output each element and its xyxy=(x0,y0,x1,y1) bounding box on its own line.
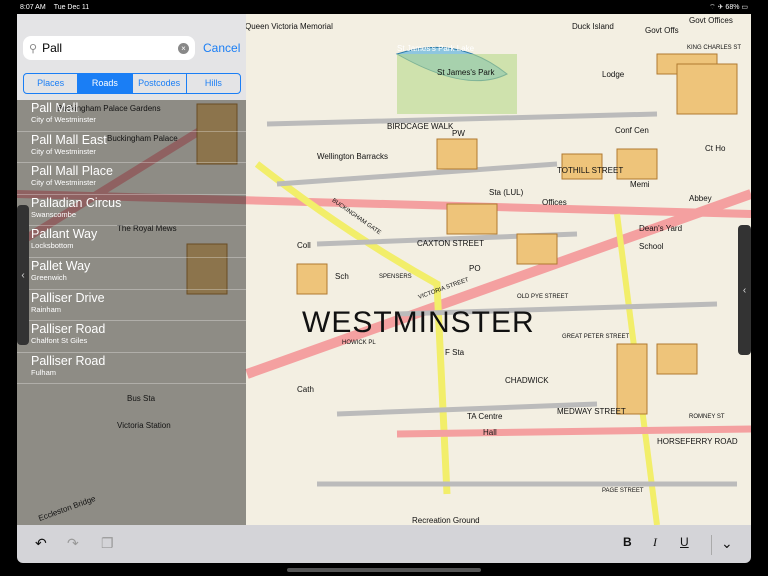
map-label: Hall xyxy=(483,428,497,437)
result-subtitle: City of Westminster xyxy=(31,146,96,156)
map-label: Recreation Ground xyxy=(412,516,480,525)
map-label: HORSEFERRY ROAD xyxy=(657,437,738,446)
result-item[interactable]: Palladian Circus Swanscombe xyxy=(17,195,246,227)
tab-roads[interactable]: Roads xyxy=(78,74,133,93)
status-date: Tue Dec 11 xyxy=(53,3,90,11)
result-title: Pallet Way xyxy=(31,258,91,273)
keyboard-toolbar: ↶ ↷ ❐ B I U ⌄ xyxy=(17,525,751,563)
search-panel: ⚲ Pall × Cancel Places Roads Postcodes H… xyxy=(17,14,246,525)
results-list: Pall Mall City of Westminster Pall Mall Ea… xyxy=(17,100,246,385)
result-subtitle: Locksbottom xyxy=(31,241,74,251)
result-item[interactable]: Pallant Way Locksbottom xyxy=(17,226,246,258)
tab-places[interactable]: Places xyxy=(24,74,79,93)
chevron-down-icon[interactable]: ⌄ xyxy=(721,535,733,552)
map-label: Offices xyxy=(542,198,567,207)
map-label: Ct Ho xyxy=(705,144,726,153)
map-label: HOWICK PL xyxy=(342,340,376,346)
tab-postcodes[interactable]: Postcodes xyxy=(133,74,187,93)
map-label: TA Centre xyxy=(467,412,503,421)
result-item[interactable]: Palliser Drive Rainham xyxy=(17,290,246,322)
search-input[interactable]: ⚲ Pall × xyxy=(23,36,195,60)
map-label: KING CHARLES ST xyxy=(687,45,742,51)
result-title: Pall Mall East xyxy=(31,132,107,147)
italic-button[interactable]: I xyxy=(653,535,657,550)
result-item[interactable]: Pall Mall City of Westminster xyxy=(17,100,246,132)
result-item[interactable]: Palliser Road Fulham xyxy=(17,353,246,385)
map-label: Sch xyxy=(335,272,349,281)
underline-button[interactable]: U xyxy=(680,535,689,549)
map-label: F Sta xyxy=(445,348,465,357)
search-icon: ⚲ xyxy=(29,42,38,55)
map-label: Conf Cen xyxy=(615,126,649,135)
map-label: Lodge xyxy=(602,70,625,79)
map-label: PW xyxy=(452,129,465,138)
undo-icon[interactable]: ↶ xyxy=(35,535,47,552)
result-item[interactable]: Pallet Way Greenwich xyxy=(17,258,246,290)
map-label: Cath xyxy=(297,385,314,394)
map-label: Abbey xyxy=(689,194,712,203)
tab-hills[interactable]: Hills xyxy=(187,74,240,93)
map-label: Memi xyxy=(630,180,650,189)
bold-button[interactable]: B xyxy=(623,535,632,549)
map-label: PAGE STREET xyxy=(602,488,644,494)
cancel-button[interactable]: Cancel xyxy=(203,41,240,55)
result-title: Palliser Road xyxy=(31,353,106,368)
left-panel-handle[interactable]: ‹ xyxy=(17,205,29,345)
map-label: Coll xyxy=(297,241,311,250)
result-title: Palliser Drive xyxy=(31,290,105,305)
result-subtitle: City of Westminster xyxy=(31,115,96,124)
map-label-westminster: WESTMINSTER xyxy=(302,306,535,339)
map-label: Sta (LUL) xyxy=(489,188,524,197)
map-label: ROMNEY ST xyxy=(689,414,725,420)
result-item[interactable]: Pall Mall East City of Westminster xyxy=(17,132,246,164)
map-label: SPENSERS xyxy=(379,274,412,280)
result-title: Pallant Way xyxy=(31,227,98,242)
status-time: 8:07 AM xyxy=(20,3,46,11)
map-label: School xyxy=(639,242,664,251)
result-subtitle: Chalfont St Giles xyxy=(31,336,88,346)
map-label: PO xyxy=(469,264,481,273)
result-item[interactable]: Pall Mall Place City of Westminster xyxy=(17,163,246,195)
home-indicator[interactable] xyxy=(287,568,481,572)
map-label: OLD PYE STREET xyxy=(517,294,569,300)
map-label: Duck Island xyxy=(572,22,614,31)
result-subtitle: Rainham xyxy=(31,304,62,314)
search-category-tabs: Places Roads Postcodes Hills xyxy=(23,73,241,94)
map-label: St James's Park xyxy=(437,68,495,77)
status-bar: 8:07 AM Tue Dec 11 ⌔ ✈ 68% ▭ xyxy=(0,0,768,14)
result-subtitle: Swanscombe xyxy=(31,209,77,219)
map-label: Govt Offices xyxy=(689,16,733,25)
result-subtitle: Greenwich xyxy=(31,272,67,282)
map-label: TOTHILL STREET xyxy=(557,166,624,175)
result-title: Pall Mall xyxy=(31,101,79,115)
map-label: Govt Offs xyxy=(645,26,679,35)
map-label: Dean's Yard xyxy=(639,224,683,233)
map-label: BIRDCAGE WALK xyxy=(387,122,454,131)
clear-icon[interactable]: × xyxy=(178,42,189,54)
result-item[interactable]: Palliser Road Chalfont St Giles xyxy=(17,321,246,353)
map-label: CHADWICK xyxy=(505,376,549,385)
result-title: Palladian Circus xyxy=(31,195,122,210)
result-title: Pall Mall Place xyxy=(31,164,113,179)
toolbar-divider xyxy=(711,535,712,555)
map-label: GREAT PETER STREET xyxy=(562,334,630,340)
result-subtitle: Fulham xyxy=(31,367,57,377)
paste-icon[interactable]: ❐ xyxy=(101,535,114,552)
map-label: CAXTON STREET xyxy=(417,239,484,248)
map-label: St James's Park Lake xyxy=(397,44,475,53)
right-panel-handle[interactable]: ‹ xyxy=(738,225,751,355)
map-label: MEDWAY STREET xyxy=(557,407,626,416)
result-title: Palliser Road xyxy=(31,322,106,337)
result-subtitle: City of Westminster xyxy=(31,178,96,188)
map-label: Queen Victoria Memorial xyxy=(245,22,333,31)
status-battery: ⌔ ✈ 68% ▭ xyxy=(709,3,748,11)
redo-icon[interactable]: ↷ xyxy=(67,535,79,552)
map-label: Wellington Barracks xyxy=(317,152,388,161)
